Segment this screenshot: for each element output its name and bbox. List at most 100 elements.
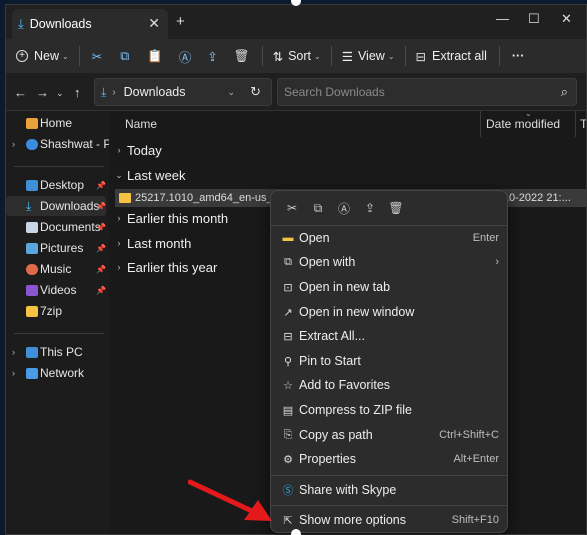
group-header-earlier-this-year[interactable]: › Earlier this year (109, 256, 218, 278)
search-icon[interactable]: ⌕ (561, 84, 568, 100)
paste-icon[interactable]: 📋 (147, 49, 163, 64)
chevron-down-icon: ⌄ (62, 51, 69, 61)
menu-item-open-with[interactable]: ⧉ Open with › (275, 250, 505, 274)
menu-item-open-in-new-tab[interactable]: ⊡ Open in new tab (275, 275, 505, 299)
menu-item-label: Compress to ZIP file (299, 403, 413, 417)
sidebar-item-home[interactable]: Home (6, 113, 106, 133)
recent-chevron-icon[interactable]: ⌄ (56, 88, 64, 99)
sidebar-item-desktop[interactable]: Desktop 📌 (6, 175, 106, 195)
menu-item-label: Extract All... (299, 329, 365, 343)
column-divider[interactable] (575, 111, 576, 137)
share-icon[interactable]: ⇪ (207, 49, 217, 64)
download-icon: ⤓ (26, 198, 32, 213)
new-tab-button[interactable]: + (176, 13, 185, 30)
close-tab-icon[interactable]: ✕ (148, 15, 160, 32)
refresh-icon[interactable]: ↻ (250, 84, 261, 100)
expand-chevron-icon[interactable]: › (12, 139, 15, 149)
new-button[interactable]: + New ⌄ (16, 49, 69, 63)
extract-all-button[interactable]: ⊟ Extract all (416, 49, 487, 64)
sidebar-item-this-pc[interactable]: › This PC (6, 342, 106, 362)
address-dropdown-icon[interactable]: ⌄ (227, 87, 235, 98)
menu-item-share-with-skype[interactable]: Ⓢ Share with Skype (275, 478, 505, 502)
share-icon[interactable]: ⇪ (357, 201, 383, 215)
menu-item-extract-all[interactable]: ⊟ Extract All... (275, 324, 505, 348)
tab-title: Downloads (29, 17, 92, 31)
menu-item-show-more-options[interactable]: ⇱ Show more options Shift+F10 (275, 508, 505, 532)
close-window-button[interactable]: ✕ (561, 11, 572, 27)
search-box[interactable]: ⌕ (277, 78, 577, 106)
back-arrow-icon[interactable]: ← (14, 85, 27, 100)
rename-icon[interactable]: Ⓐ (331, 200, 357, 217)
menu-item-add-to-favorites[interactable]: ☆ Add to Favorites (275, 373, 505, 397)
maximize-button[interactable]: ☐ (528, 11, 540, 27)
divider (330, 46, 332, 66)
group-header-earlier-this-month[interactable]: › Earlier this month (109, 207, 229, 229)
sidebar-item-documents[interactable]: Documents 📌 (6, 217, 106, 237)
menu-item-label: Pin to Start (299, 354, 361, 368)
divider (14, 166, 104, 167)
command-bar: + New ⌄ ✂ ⧉ 📋 Ⓐ ⇪ 🗑 ⇅ Sort ⌄ ☰ View ⌄ ⊟ … (6, 39, 586, 73)
download-icon: ⤓ (101, 84, 107, 99)
open-with-icon: ⧉ (284, 255, 292, 268)
expand-chevron-icon[interactable]: › (12, 368, 15, 378)
menu-item-label: Open in new tab (299, 280, 391, 294)
column-header-name[interactable]: Name (125, 111, 157, 137)
group-header-last-week[interactable]: ⌄ Last week (109, 164, 185, 186)
sidebar-item-network[interactable]: › Network (6, 363, 106, 383)
address-bar[interactable]: ⤓ › Downloads ⌄ ↻ (94, 78, 272, 106)
sidebar-item-onedrive[interactable]: › Shashwat - Pe (6, 134, 118, 154)
sidebar-item-videos[interactable]: Videos 📌 (6, 280, 106, 300)
delete-icon[interactable]: 🗑 (234, 49, 250, 64)
sidebar-item-label: Downloads (40, 199, 100, 213)
column-divider[interactable] (480, 111, 481, 137)
minimize-button[interactable]: — (496, 11, 509, 26)
column-header-type[interactable]: T (580, 111, 586, 137)
copy-icon[interactable]: ⧉ (305, 201, 331, 216)
pin-icon[interactable]: 📌 (96, 265, 106, 274)
breadcrumb-downloads[interactable]: Downloads (124, 85, 186, 99)
chevron-right-icon: › (117, 262, 121, 272)
new-tab-icon: ⊡ (283, 281, 293, 294)
see-more-button[interactable]: ··· (512, 49, 525, 63)
cut-icon[interactable]: ✂ (92, 49, 102, 64)
sidebar-item-pictures[interactable]: Pictures 📌 (6, 238, 106, 258)
pin-icon[interactable]: 📌 (96, 202, 106, 211)
copy-icon[interactable]: ⧉ (120, 49, 129, 64)
delete-icon[interactable]: 🗑 (383, 201, 409, 215)
search-input[interactable] (284, 79, 576, 105)
sidebar-item-label: 7zip (40, 304, 63, 318)
group-header-last-month[interactable]: › Last month (109, 232, 192, 254)
group-header-today[interactable]: › Today (109, 139, 162, 161)
chevron-down-icon: ⌄ (387, 51, 395, 61)
menu-item-properties[interactable]: ⚙ Properties Alt+Enter (275, 447, 505, 471)
sidebar-item-music[interactable]: Music 📌 (6, 259, 106, 279)
menu-item-pin-to-start[interactable]: ⚲ Pin to Start (275, 349, 505, 373)
pin-icon[interactable]: 📌 (96, 181, 106, 190)
forward-arrow-icon[interactable]: → (36, 85, 49, 100)
rename-icon[interactable]: Ⓐ (179, 47, 192, 66)
pin-icon[interactable]: 📌 (96, 244, 106, 253)
sidebar-item-label: This PC (40, 345, 83, 359)
expand-chevron-icon[interactable]: › (12, 347, 15, 357)
up-arrow-icon[interactable]: ↑ (74, 85, 81, 100)
cut-icon[interactable]: ✂ (279, 201, 305, 215)
menu-item-shortcut: Alt+Enter (453, 453, 499, 465)
chevron-right-icon: › (117, 145, 121, 155)
column-header-date-modified[interactable]: Date modified (486, 111, 560, 137)
menu-item-open[interactable]: ▬ Open Enter (275, 226, 505, 250)
menu-item-compress-to-zip[interactable]: ▤ Compress to ZIP file (275, 398, 505, 422)
tab-downloads[interactable]: ⤓ Downloads ✕ (12, 9, 168, 39)
view-button[interactable]: ☰ View ⌄ (342, 49, 395, 64)
menu-item-label: Open in new window (299, 305, 415, 319)
menu-item-copy-as-path[interactable]: ⎘ Copy as path Ctrl+Shift+C (275, 423, 505, 447)
zip-icon: ▤ (282, 404, 294, 417)
sort-icon: ⇅ (272, 49, 284, 64)
sidebar-item-downloads[interactable]: ⤓ Downloads 📌 (6, 196, 106, 216)
pin-icon[interactable]: 📌 (96, 223, 106, 232)
chevron-down-icon: ⌄ (115, 169, 123, 180)
pin-icon[interactable]: 📌 (96, 286, 106, 295)
new-window-icon: ↗ (283, 306, 293, 319)
menu-item-open-in-new-window[interactable]: ↗ Open in new window (275, 300, 505, 324)
sort-button[interactable]: ⇅ Sort ⌄ (273, 49, 321, 64)
sidebar-item-7zip[interactable]: 7zip (6, 301, 106, 321)
